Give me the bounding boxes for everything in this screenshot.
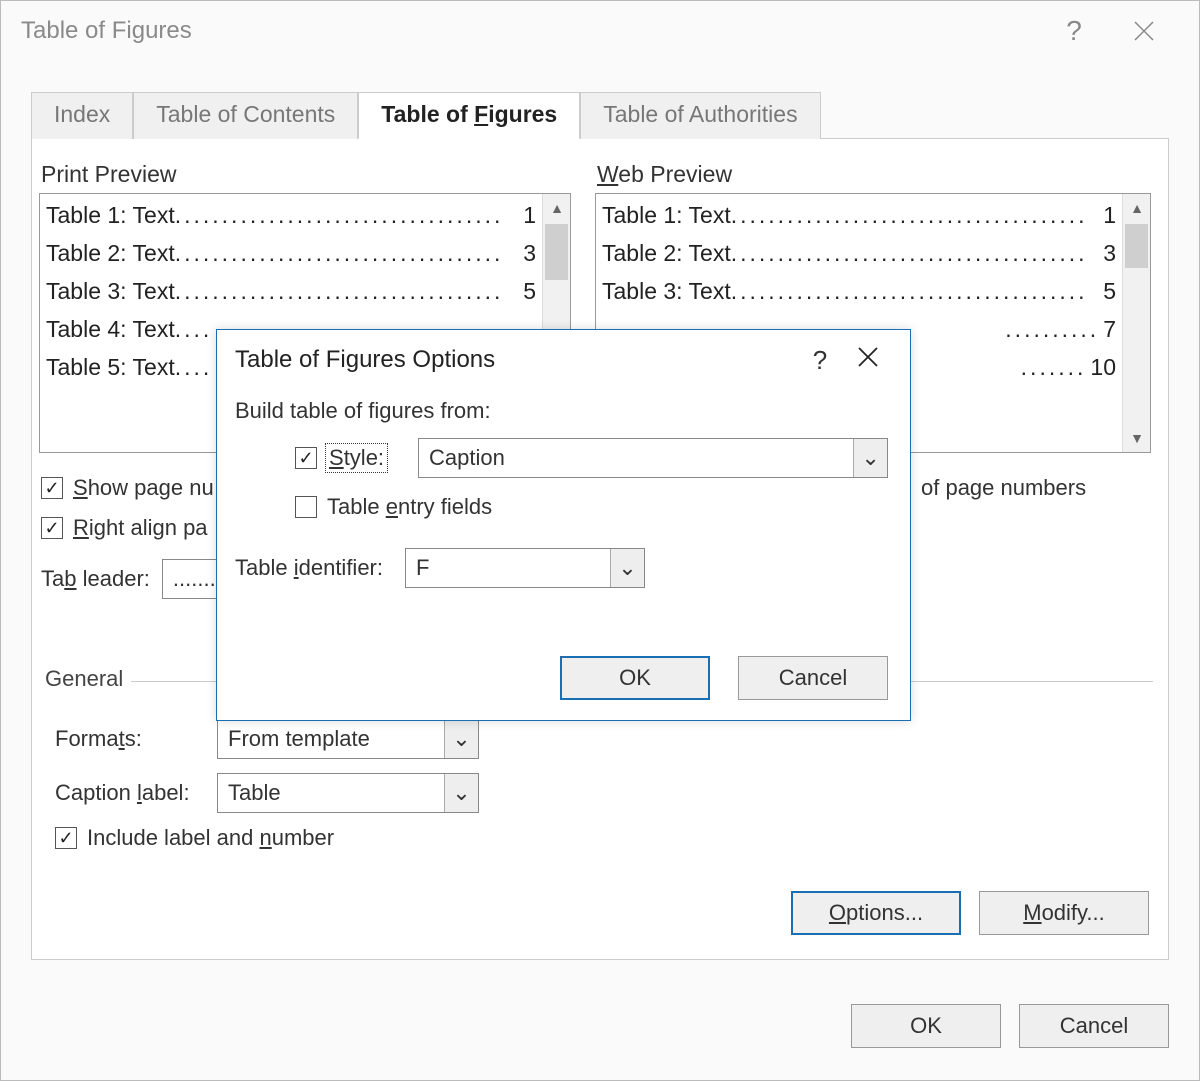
tab-leader-label: Tab leader: xyxy=(41,566,150,592)
scroll-thumb[interactable] xyxy=(545,224,568,280)
style-checkbox[interactable] xyxy=(295,447,317,469)
tab-leader-combo[interactable]: ....... xyxy=(162,559,222,599)
general-legend: General xyxy=(37,666,131,692)
tab-table-of-authorities[interactable]: Table of Authorities xyxy=(580,92,820,139)
table-identifier-combo[interactable]: F ⌄ xyxy=(405,548,645,588)
chevron-down-icon: ⌄ xyxy=(853,439,887,477)
scroll-thumb[interactable] xyxy=(1125,224,1148,268)
table-of-figures-options-dialog: Table of Figures Options ? Build table o… xyxy=(216,329,911,721)
ok-button[interactable]: OK xyxy=(851,1004,1001,1048)
formats-combo[interactable]: From template ⌄ xyxy=(217,719,479,759)
right-align-row: Right align pa xyxy=(41,515,208,541)
list-item: Table 3: Text...........................… xyxy=(602,272,1116,310)
chevron-down-icon: ⌄ xyxy=(444,774,478,812)
scrollbar[interactable]: ▲ ▼ xyxy=(1122,194,1150,452)
show-page-numbers-checkbox[interactable] xyxy=(41,477,63,499)
table-entry-fields-checkbox[interactable] xyxy=(295,496,317,518)
ok-button[interactable]: OK xyxy=(560,656,710,700)
options-titlebar: Table of Figures Options ? xyxy=(217,330,910,390)
tab-index[interactable]: Index xyxy=(31,92,133,139)
dialog-title: Table of Figures xyxy=(21,17,1039,45)
right-align-checkbox[interactable] xyxy=(41,517,63,539)
table-entry-fields-label: Table entry fields xyxy=(327,494,492,520)
table-identifier-label: Table identifier: xyxy=(235,555,383,581)
style-row: Style: Caption ⌄ xyxy=(295,438,952,478)
include-label-number-checkbox[interactable] xyxy=(55,827,77,849)
options-modify-row: Options... Modify... xyxy=(791,891,1149,935)
options-button[interactable]: Options... xyxy=(791,891,961,935)
list-item: Table 1: Text...........................… xyxy=(602,196,1116,234)
formats-row: Formats: From template ⌄ xyxy=(55,719,479,759)
options-button-row: OK Cancel xyxy=(560,656,888,700)
chevron-down-icon: ⌄ xyxy=(610,549,644,587)
caption-label-row: Caption label: Table ⌄ xyxy=(55,773,479,813)
list-item: Table 2: Text...........................… xyxy=(602,234,1116,272)
help-icon[interactable]: ? xyxy=(796,345,844,376)
options-body: Build table of figures from: Style: Capt… xyxy=(235,398,892,650)
tab-leader-row: Tab leader: ....... xyxy=(41,559,222,599)
include-label-number-row: Include label and number xyxy=(55,825,334,851)
caption-label-label: Caption label: xyxy=(55,780,205,806)
titlebar: Table of Figures ? xyxy=(1,1,1199,61)
tab-table-of-figures[interactable]: Table of Figures xyxy=(358,92,580,139)
cancel-button[interactable]: Cancel xyxy=(1019,1004,1169,1048)
table-of-figures-dialog: Table of Figures ? Index Table of Conten… xyxy=(0,0,1200,1081)
table-entry-fields-row: Table entry fields xyxy=(295,494,952,520)
close-icon[interactable] xyxy=(844,346,892,375)
help-icon[interactable]: ? xyxy=(1039,1,1109,61)
web-preview-label: Web Preview xyxy=(597,161,732,188)
right-align-label: Right align pa xyxy=(73,515,208,541)
style-label: Style: xyxy=(327,445,386,471)
scroll-up-icon[interactable]: ▲ xyxy=(1123,194,1151,222)
caption-label-combo[interactable]: Table ⌄ xyxy=(217,773,479,813)
scroll-up-icon[interactable]: ▲ xyxy=(543,194,571,222)
list-item: Table 1: Text...........................… xyxy=(46,196,536,234)
options-dialog-title: Table of Figures Options xyxy=(235,346,495,374)
print-preview-label: Print Preview xyxy=(41,161,176,188)
tab-table-of-contents[interactable]: Table of Contents xyxy=(133,92,358,139)
show-page-numbers-row: Show page nu xyxy=(41,475,214,501)
cancel-button[interactable]: Cancel xyxy=(738,656,888,700)
build-from-label: Build table of figures from: xyxy=(235,398,892,424)
list-item: Table 3: Text...........................… xyxy=(46,272,536,310)
list-item: Table 2: Text...........................… xyxy=(46,234,536,272)
formats-label: Formats: xyxy=(55,726,205,752)
chevron-down-icon: ⌄ xyxy=(444,720,478,758)
scroll-down-icon[interactable]: ▼ xyxy=(1123,424,1151,452)
style-combo[interactable]: Caption ⌄ xyxy=(418,438,888,478)
tabstrip: Index Table of Contents Table of Figures… xyxy=(31,91,1169,139)
close-icon[interactable] xyxy=(1109,1,1179,61)
show-page-numbers-label: Show page nu xyxy=(73,475,214,501)
modify-button[interactable]: Modify... xyxy=(979,891,1149,935)
dialog-button-row: OK Cancel xyxy=(851,1004,1169,1048)
table-identifier-row: Table identifier: F ⌄ xyxy=(235,548,892,588)
include-label-number-label: Include label and number xyxy=(87,825,334,851)
